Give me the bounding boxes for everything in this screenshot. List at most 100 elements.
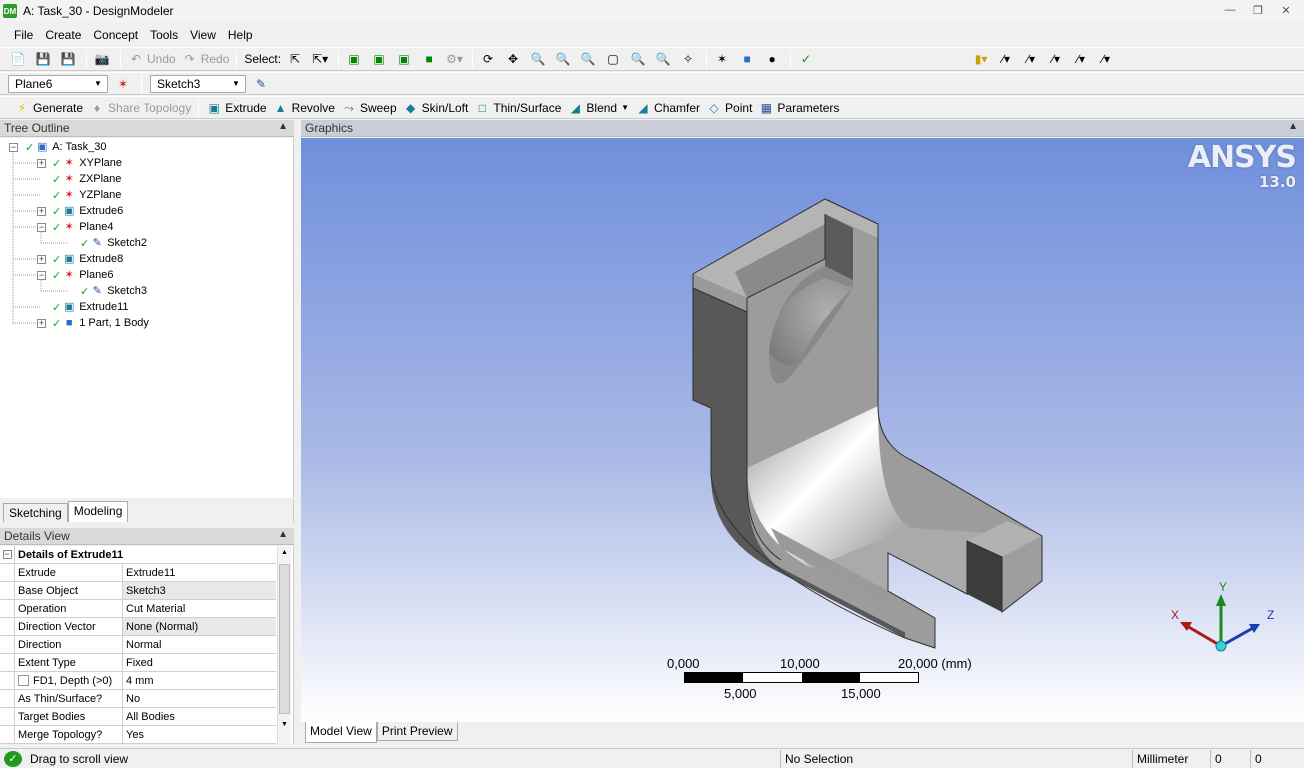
tree-item-sketch2[interactable]: ✓ ✎ Sketch2 — [80, 235, 147, 251]
tab-model-view[interactable]: Model View — [305, 722, 377, 743]
tree-item-sketch3[interactable]: ✓ ✎ Sketch3 — [80, 283, 147, 299]
point-display-icon[interactable]: ● — [761, 49, 786, 69]
save-as-icon[interactable]: 💾 — [57, 49, 82, 69]
plane-select[interactable]: Plane6 ▼ — [8, 74, 108, 93]
details-row[interactable]: Extent Type Fixed — [0, 654, 276, 672]
pin-icon[interactable]: ▲ — [278, 121, 288, 132]
expand-icon[interactable]: + — [37, 159, 46, 168]
new-sketch-icon[interactable]: ✎ — [250, 74, 275, 94]
graphics-viewport[interactable]: ANSYS 13.0 0,000 10,000 20,000 (mm) 5,00… — [301, 138, 1304, 722]
select-bodies-icon[interactable]: ■ — [418, 49, 443, 69]
box-zoom-icon[interactable]: 🔍 — [552, 49, 577, 69]
line3-tool-icon[interactable]: ∕▾ — [1070, 49, 1095, 69]
details-row[interactable]: Direction Vector None (Normal) — [0, 618, 276, 636]
chamfer-button[interactable]: ◢ Chamfer — [632, 98, 703, 118]
details-row[interactable]: Target Bodies All Bodies — [0, 708, 276, 726]
details-scrollbar[interactable]: ▲ ▼ — [277, 546, 291, 744]
zoom-prev-icon[interactable]: 🔍 — [652, 49, 677, 69]
details-row[interactable]: FD1, Depth (>0) 4 mm — [0, 672, 276, 690]
new-icon[interactable]: 📄 — [0, 49, 32, 69]
details-row[interactable]: Extrude Extrude11 — [0, 564, 276, 582]
pin-icon[interactable]: ▲ — [1288, 121, 1298, 132]
expand-icon[interactable]: + — [37, 207, 46, 216]
line2-tool-icon[interactable]: ∕▾ — [1045, 49, 1070, 69]
details-row[interactable]: Direction Normal — [0, 636, 276, 654]
point-button[interactable]: ◇ Point — [703, 98, 755, 118]
select-filter-icon[interactable]: ⇱▾ — [309, 49, 334, 69]
tree-item-extrude6[interactable]: ✓ ▣ Extrude6 — [52, 203, 123, 219]
line-x-tool-icon[interactable]: ∕▾ — [1095, 49, 1120, 69]
scroll-thumb[interactable] — [279, 564, 290, 714]
blend-button[interactable]: ◢ Blend ▼ — [564, 98, 632, 118]
line-tool-icon[interactable]: ∕▾ — [1020, 49, 1045, 69]
model-view[interactable] — [301, 138, 1304, 722]
menu-file[interactable]: File — [8, 28, 39, 42]
details-row[interactable]: As Thin/Surface? No — [0, 690, 276, 708]
select-faces-icon[interactable]: ▣ — [393, 49, 418, 69]
tab-print-preview[interactable]: Print Preview — [376, 722, 458, 741]
save-icon[interactable]: 💾 — [32, 49, 57, 69]
close-button[interactable]: ✕ — [1274, 2, 1298, 18]
restore-button[interactable]: ❐ — [1246, 2, 1270, 18]
scroll-up-icon[interactable]: ▲ — [278, 546, 291, 560]
tab-sketching[interactable]: Sketching — [3, 503, 68, 522]
scroll-down-icon[interactable]: ▼ — [278, 718, 291, 732]
zoom-fit-icon[interactable]: ▢ — [602, 49, 627, 69]
display-model-icon[interactable]: ■ — [736, 49, 761, 69]
minimize-button[interactable]: — — [1218, 2, 1242, 18]
collapse-icon[interactable]: − — [37, 223, 46, 232]
redo-button[interactable]: ↷ Redo — [179, 49, 233, 69]
iso-view-icon[interactable]: ✧ — [677, 49, 702, 69]
parameters-button[interactable]: ▦ Parameters — [755, 98, 842, 118]
tree-item-plane6[interactable]: ✓ ✶ Plane6 — [52, 267, 113, 283]
details-row[interactable]: Base Object Sketch3 — [0, 582, 276, 600]
zoom-in-icon[interactable]: 🔍 — [577, 49, 602, 69]
tree-item-plane4[interactable]: ✓ ✶ Plane4 — [52, 219, 113, 235]
expand-icon[interactable]: + — [37, 255, 46, 264]
display-toggle-icon[interactable]: ▮▾ — [970, 49, 995, 69]
skin-loft-button[interactable]: ◆ Skin/Loft — [400, 98, 472, 118]
pin-icon[interactable]: ▲ — [278, 529, 288, 540]
plane-tool-icon[interactable]: ∕▾ — [995, 49, 1020, 69]
extend-selection-icon[interactable]: ⚙▾ — [443, 49, 468, 69]
share-topology-button[interactable]: ♦ Share Topology — [86, 98, 194, 118]
screenshot-icon[interactable]: 📷 — [91, 49, 116, 69]
collapse-icon[interactable]: − — [2, 550, 12, 559]
extrude-button[interactable]: ▣ Extrude — [203, 98, 269, 118]
collapse-icon[interactable]: − — [37, 271, 46, 280]
select-points-icon[interactable]: ▣ — [343, 49, 368, 69]
tree-item-extrude11[interactable]: ✓ ▣ Extrude11 — [52, 299, 129, 315]
menu-view[interactable]: View — [184, 28, 222, 42]
details-row[interactable]: Operation Cut Material — [0, 600, 276, 618]
collapse-icon[interactable]: − — [9, 143, 18, 152]
undo-button[interactable]: ↶ Undo — [125, 49, 179, 69]
pan-icon[interactable]: ✥ — [502, 49, 527, 69]
triad-icon[interactable]: ✶ — [711, 49, 736, 69]
menu-tools[interactable]: Tools — [144, 28, 184, 42]
tree-item-yzplane[interactable]: ✓ ✶ YZPlane — [52, 187, 121, 203]
menu-create[interactable]: Create — [39, 28, 87, 42]
zoom-icon[interactable]: 🔍 — [527, 49, 552, 69]
details-row[interactable]: Merge Topology? Yes — [0, 726, 276, 744]
tab-modeling[interactable]: Modeling — [67, 501, 129, 522]
select-edges-icon[interactable]: ▣ — [368, 49, 393, 69]
expand-icon[interactable]: + — [37, 319, 46, 328]
menu-help[interactable]: Help — [222, 28, 259, 42]
tree-item-extrude8[interactable]: ✓ ▣ Extrude8 — [52, 251, 123, 267]
look-at-icon[interactable]: ✓ — [795, 49, 820, 69]
menu-concept[interactable]: Concept — [87, 28, 144, 42]
parameter-checkbox[interactable] — [18, 675, 29, 686]
zoom-all-icon[interactable]: 🔍 — [627, 49, 652, 69]
tree-item-xyplane[interactable]: ✓ ✶ XYPlane — [52, 155, 122, 171]
tree-item-task[interactable]: ✓ ▣ A: Task_30 — [25, 139, 106, 155]
revolve-button[interactable]: ▲ Revolve — [270, 98, 338, 118]
rotate-icon[interactable]: ⟳ — [477, 49, 502, 69]
select-mode-icon[interactable]: ⇱ — [284, 49, 309, 69]
sweep-button[interactable]: ⤳ Sweep — [338, 98, 400, 118]
thin-surface-button[interactable]: □ Thin/Surface — [471, 98, 564, 118]
sketch-select[interactable]: Sketch3 ▼ — [150, 74, 246, 93]
new-plane-icon[interactable]: ✶ — [112, 74, 137, 94]
tree-item-part-body[interactable]: ✓ ■ 1 Part, 1 Body — [52, 315, 149, 331]
generate-button[interactable]: ⚡ Generate — [0, 98, 86, 118]
tree-item-zxplane[interactable]: ✓ ✶ ZXPlane — [52, 171, 121, 187]
